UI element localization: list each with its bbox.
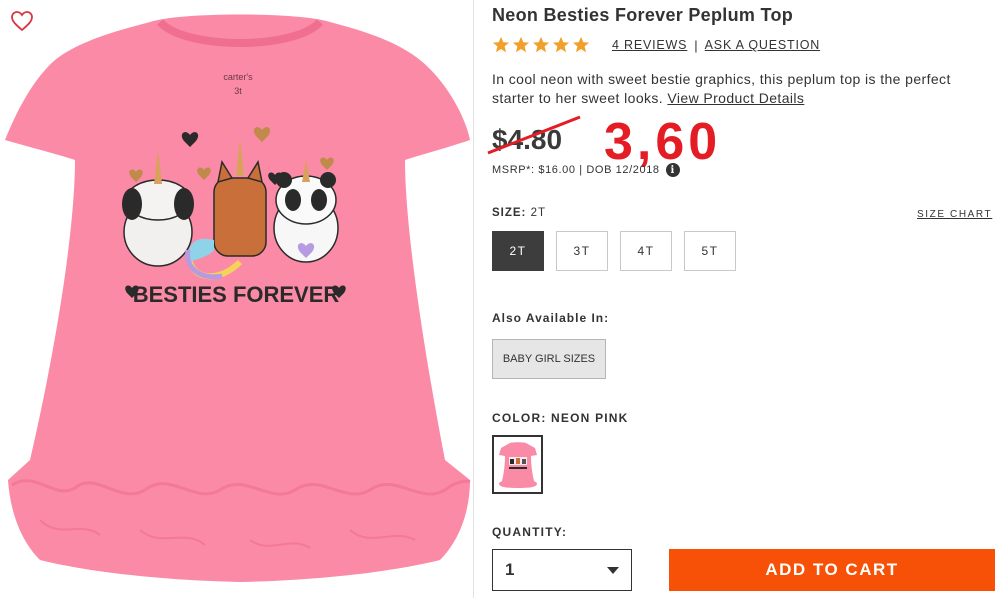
- msrp-row: MSRP*: $16.00 | DOB 12/2018 i: [492, 163, 680, 177]
- ask-question-link[interactable]: ASK A QUESTION: [705, 38, 820, 52]
- view-product-details-link[interactable]: View Product Details: [667, 90, 804, 106]
- size-label: SIZE: 2T: [492, 207, 546, 219]
- star-icon: [552, 36, 570, 53]
- product-title: Neon Besties Forever Peplum Top: [492, 5, 794, 25]
- size-options: 2T 3T 4T 5T: [492, 231, 736, 271]
- size-selected-value: 2T: [530, 207, 547, 219]
- baby-girl-sizes-button[interactable]: BABY GIRL SIZES: [492, 339, 606, 379]
- shirt-graphic-text: BESTIES FOREVER: [133, 282, 340, 307]
- size-option-2t[interactable]: 2T: [492, 231, 544, 271]
- tag-size: 3t: [234, 86, 242, 96]
- size-option-5t[interactable]: 5T: [684, 231, 736, 271]
- tag-brand: carter's: [223, 72, 253, 82]
- quantity-select[interactable]: 1: [492, 549, 632, 591]
- color-swatch-neon-pink[interactable]: [492, 435, 543, 494]
- swatch-thumbnail: [498, 441, 537, 488]
- size-option-4t[interactable]: 4T: [620, 231, 672, 271]
- add-to-cart-button[interactable]: ADD TO CART: [669, 549, 995, 591]
- star-icon: [532, 36, 550, 53]
- also-available-label: Also Available In:: [492, 311, 610, 325]
- info-icon[interactable]: i: [665, 163, 680, 177]
- size-label-text: SIZE:: [492, 207, 527, 219]
- link-separator: |: [694, 37, 698, 53]
- quantity-value: 1: [505, 560, 515, 579]
- star-icon: [492, 36, 510, 53]
- rating-row: 4 REVIEWS | ASK A QUESTION: [492, 35, 820, 55]
- reviews-link[interactable]: 4 REVIEWS: [612, 38, 687, 52]
- msrp-text: MSRP*: $16.00 | DOB 12/2018: [492, 164, 660, 176]
- color-label: COLOR: NEON PINK: [492, 411, 629, 425]
- product-image[interactable]: carter's 3t BESTIES FOREVER: [0, 0, 474, 598]
- star-icon: [512, 36, 530, 53]
- product-details: Neon Besties Forever Peplum Top 4 REVIEW…: [487, 0, 995, 598]
- star-icon: [572, 36, 590, 53]
- product-image-pane: carter's 3t BESTIES FOREVER: [0, 0, 474, 598]
- original-price: $4.80: [492, 124, 563, 155]
- quantity-label: QUANTITY:: [492, 525, 568, 539]
- chevron-down-icon: [607, 566, 619, 574]
- star-rating: [492, 36, 590, 54]
- product-description: In cool neon with sweet bestie graphics,…: [492, 70, 962, 108]
- size-option-3t[interactable]: 3T: [556, 231, 608, 271]
- size-chart-link[interactable]: SIZE CHART: [917, 209, 992, 220]
